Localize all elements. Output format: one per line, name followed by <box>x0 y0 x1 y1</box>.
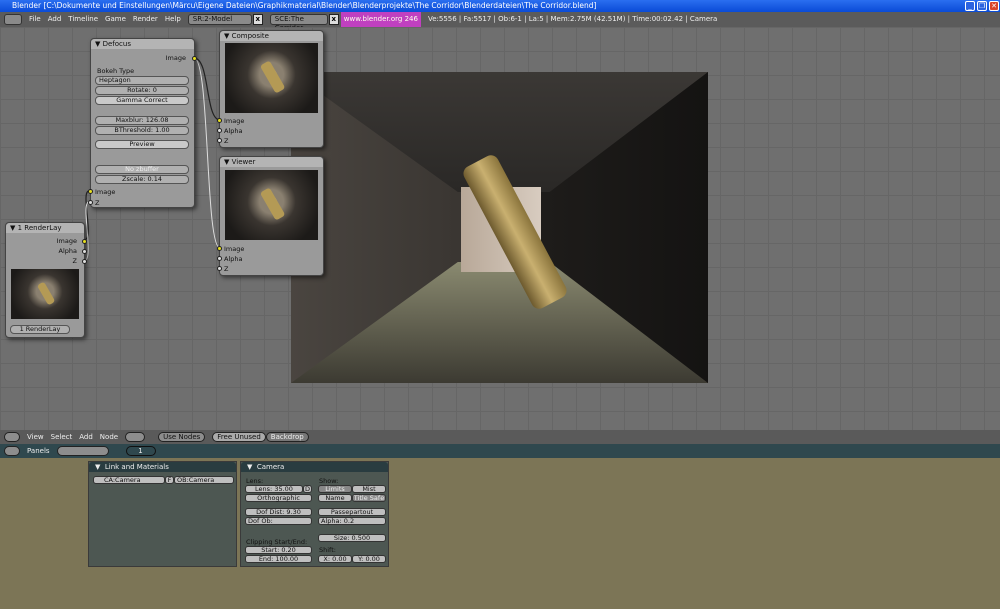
panel-header[interactable]: ▼ Camera <box>241 462 388 472</box>
menu-node[interactable]: Node <box>100 433 118 441</box>
menu-select[interactable]: Select <box>51 433 73 441</box>
viewer-node[interactable]: ▼ Viewer Image Alpha Z <box>217 156 324 276</box>
gamma-correct-toggle[interactable]: Gamma Correct <box>95 96 189 105</box>
editor-type-icon[interactable] <box>4 446 20 456</box>
input-image-socket[interactable] <box>217 118 222 123</box>
title-safe-toggle[interactable]: Title Safe <box>352 494 386 502</box>
output-alpha-label: Alpha <box>58 247 77 255</box>
maxblur-field[interactable]: Maxblur: 126.08 <box>95 116 189 125</box>
input-alpha-label: Alpha <box>224 255 243 263</box>
editor-type-icon[interactable] <box>4 432 20 442</box>
render-layer-select[interactable]: 1 RenderLay <box>10 325 70 334</box>
panel-title: Camera <box>256 463 285 471</box>
lens-label: Lens: <box>246 477 264 485</box>
bthreshold-field[interactable]: BThreshold: 1.00 <box>95 126 189 135</box>
menu-add[interactable]: Add <box>79 433 93 441</box>
node-title: Defocus <box>102 40 131 48</box>
lens-field[interactable]: Lens: 35.00 <box>245 485 303 493</box>
ortho-size-field[interactable]: Size: 0.500 <box>318 534 386 542</box>
free-unused-button[interactable]: Free Unused <box>212 432 266 442</box>
shift-label: Shift: <box>319 546 336 554</box>
node-title: Composite <box>231 32 269 40</box>
page-number-field[interactable]: 1 <box>125 446 156 456</box>
menu-view[interactable]: View <box>27 433 44 441</box>
dof-object-field[interactable]: Dof Ob: <box>245 517 312 525</box>
node-editor-header: View Select Add Node Use Nodes Free Unus… <box>0 430 1000 444</box>
clip-start-field[interactable]: Start: 0.20 <box>245 546 312 554</box>
defocus-node-header[interactable]: ▼ Defocus <box>91 39 194 49</box>
orthographic-toggle[interactable]: Orthographic <box>245 494 312 502</box>
output-z-socket[interactable] <box>82 259 87 264</box>
output-image-label: Image <box>56 237 77 245</box>
viewer-node-header[interactable]: ▼ Viewer <box>220 157 323 167</box>
node-title: 1 RenderLay <box>17 224 62 232</box>
clip-end-field[interactable]: End: 100.00 <box>245 555 312 563</box>
input-alpha-socket[interactable] <box>217 128 222 133</box>
output-alpha-socket[interactable] <box>82 249 87 254</box>
input-image-label: Image <box>224 245 245 253</box>
composite-node-header[interactable]: ▼ Composite <box>220 31 323 41</box>
panel-title: Link and Materials <box>104 463 169 471</box>
lens-degrees-toggle[interactable]: D <box>303 485 312 493</box>
use-nodes-button[interactable]: Use Nodes <box>158 432 206 442</box>
output-image-label: Image <box>165 54 186 62</box>
input-z-socket[interactable] <box>217 138 222 143</box>
zscale-field[interactable]: Zscale: 0.14 <box>95 175 189 184</box>
input-image-socket[interactable] <box>217 246 222 251</box>
buttons-window-header: Panels 1 <box>0 444 1000 458</box>
preview-toggle[interactable]: Preview <box>95 140 189 149</box>
camera-panel: ▼ Camera Lens: Lens: 35.00 D Orthographi… <box>240 461 389 567</box>
node-title: Viewer <box>231 158 256 166</box>
alpha-value: Alpha: 0.2 <box>321 517 355 525</box>
name-toggle[interactable]: Name <box>318 494 352 502</box>
input-image-socket[interactable] <box>88 189 93 194</box>
output-image-socket[interactable] <box>192 56 197 61</box>
rotate-field[interactable]: Rotate: 0 <box>95 86 189 95</box>
link-defocus-composite <box>193 57 221 121</box>
context-buttons[interactable] <box>56 446 109 456</box>
bokeh-type-label: Bokeh Type <box>97 67 135 75</box>
composite-node[interactable]: ▼ Composite Image Alpha Z <box>217 30 324 148</box>
input-image-label: Image <box>224 117 245 125</box>
viewer-preview-image <box>225 170 318 240</box>
fake-user-button[interactable]: F <box>165 476 174 484</box>
input-alpha-socket[interactable] <box>217 256 222 261</box>
limits-toggle[interactable]: Limits <box>318 485 352 493</box>
input-z-label: Z <box>224 137 229 145</box>
camera-data-field[interactable]: CA:Camera <box>93 476 165 484</box>
shift-x-field[interactable]: X: 0.00 <box>318 555 352 563</box>
shift-y-field[interactable]: Y: 0.00 <box>352 555 386 563</box>
panels-menu[interactable]: Panels <box>27 447 50 455</box>
node-tree-type-icon[interactable] <box>125 432 146 442</box>
input-z-label: Z <box>95 199 100 207</box>
passepartout-toggle[interactable]: Passepartout <box>318 508 386 516</box>
panel-header[interactable]: ▼ Link and Materials <box>89 462 236 472</box>
renderlayer-node-header[interactable]: ▼ 1 RenderLay <box>6 223 84 233</box>
show-label: Show: <box>319 477 339 485</box>
renderlayer-preview-image <box>11 269 79 319</box>
input-z-socket[interactable] <box>88 200 93 205</box>
no-zbuffer-toggle[interactable]: No zbuffer <box>95 165 189 174</box>
passepartout-alpha-slider[interactable]: Alpha: 0.2 <box>318 517 386 525</box>
output-z-label: Z <box>72 257 77 265</box>
object-field[interactable]: OB:Camera <box>174 476 234 484</box>
input-image-label: Image <box>95 188 116 196</box>
input-alpha-label: Alpha <box>224 127 243 135</box>
link-materials-panel: ▼ Link and Materials CA:Camera F OB:Came… <box>88 461 237 567</box>
composite-preview-image <box>225 43 318 113</box>
dof-dist-field[interactable]: Dof Dist: 9.30 <box>245 508 312 516</box>
bokeh-type-select[interactable]: Heptagon <box>95 76 189 85</box>
input-z-label: Z <box>224 265 229 273</box>
clipping-label: Clipping Start/End: <box>246 538 308 546</box>
backdrop-button[interactable]: Backdrop <box>265 432 309 442</box>
input-z-socket[interactable] <box>217 266 222 271</box>
renderlayer-node[interactable]: ▼ 1 RenderLay Image Alpha Z 1 RenderLay <box>5 222 87 338</box>
output-image-socket[interactable] <box>82 239 87 244</box>
defocus-node[interactable]: ▼ Defocus Image Bokeh Type Heptagon Rota… <box>88 38 197 208</box>
mist-toggle[interactable]: Mist <box>352 485 386 493</box>
